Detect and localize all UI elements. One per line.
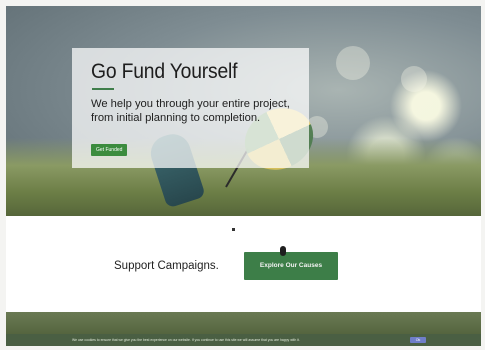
hero-title: Go Fund Yourself	[91, 60, 238, 83]
get-funded-button[interactable]: Get Funded	[91, 144, 128, 156]
explore-causes-button[interactable]: Explore Our Causes	[244, 246, 338, 280]
cookie-message: We use cookies to ensure that we give yo…	[72, 338, 300, 342]
footer-image-strip	[6, 312, 481, 334]
bokeh-light	[401, 66, 427, 92]
title-underline	[92, 88, 114, 90]
pointer-icon	[280, 246, 286, 256]
hero-subtitle: We help you through your entire project,…	[91, 98, 290, 124]
explore-causes-label: Explore Our Causes	[259, 262, 323, 269]
support-section: Support Campaigns. Explore Our Causes	[6, 216, 481, 312]
page: Go Fund Yourself We help you through you…	[6, 6, 481, 346]
cookie-ok-button[interactable]: Ok	[410, 337, 426, 343]
cookie-notice-bar: We use cookies to ensure that we give yo…	[6, 334, 481, 346]
cursor-mark	[232, 228, 235, 231]
hero-card: Go Fund Yourself We help you through you…	[72, 48, 309, 168]
support-campaigns-label: Support Campaigns.	[114, 260, 219, 272]
hero-banner: Go Fund Yourself We help you through you…	[6, 6, 481, 216]
bokeh-light	[336, 46, 370, 80]
